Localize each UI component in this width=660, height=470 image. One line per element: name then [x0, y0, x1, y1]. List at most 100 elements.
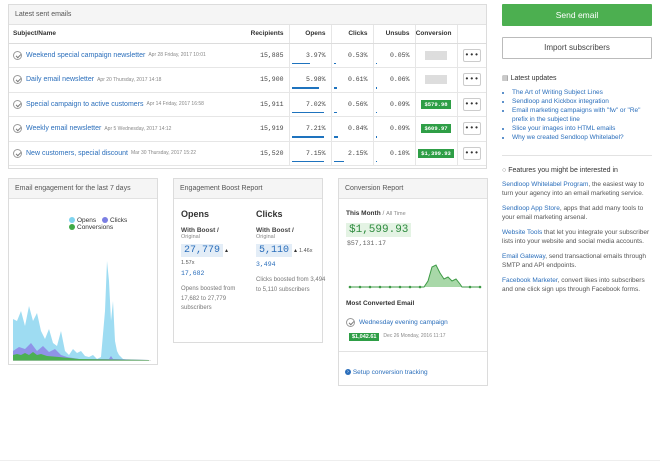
update-link[interactable]: Email marketing campaigns with "fw" or "… [512, 106, 652, 124]
subject-cell: Weekly email newsletter Apr 5 Wednesday, … [9, 116, 239, 142]
features-title: Features you might be interested in [508, 167, 618, 174]
campaign-date: Apr 5 Wednesday, 2017 14:12 [104, 125, 172, 132]
engagement-boost-panel: Engagement Boost Report Opens With Boost… [173, 178, 325, 343]
recipients-cell: 15,520 [239, 141, 289, 166]
import-subscribers-button[interactable]: Import subscribers [502, 37, 652, 59]
feature-link[interactable]: Email Gateway [502, 253, 545, 260]
update-link[interactable]: Slice your images into HTML emails [512, 124, 652, 133]
feature-item: Sendloop Whitelabel Program, the easiest… [502, 180, 652, 198]
with-boost-label: With Boost [181, 227, 216, 234]
most-converted-date: Dec 26 Monday, 2016 11:17 [383, 333, 446, 340]
all-time-tab[interactable]: All Time [386, 211, 406, 217]
unsubs-cell: 0.06% [372, 67, 415, 93]
update-link[interactable]: The Art of Writing Subject Lines [512, 88, 652, 97]
table-row[interactable]: Weekend special campaign newsletter Apr 2… [9, 43, 486, 68]
unsubs-value: 0.09% [389, 125, 410, 133]
col-opens: Opens [288, 25, 331, 44]
subject-cell: Daily email newsletter Apr 20 Thursday, 2… [9, 67, 239, 93]
feature-item: Website Tools that let you integrate you… [502, 228, 652, 246]
clicks-original-value: 3,494 [256, 261, 276, 268]
panel-title: Latest sent emails [9, 5, 486, 25]
right-sidebar: Send email Import subscribers ▤ Latest u… [502, 4, 652, 300]
recipients-cell: 15,911 [239, 92, 289, 117]
unsubs-value: 0.05% [389, 51, 410, 59]
all-time-amount: $57,131.17 [347, 240, 387, 247]
unsubs-value: 0.10% [389, 149, 410, 157]
conversion-badge: $579.98 [421, 99, 451, 109]
opens-legend-dot [69, 217, 75, 224]
clicks-bar [333, 136, 338, 138]
conversion-report-panel: Conversion Report This Month / All Time … [338, 178, 488, 386]
opens-value: 7.02% [305, 100, 326, 108]
campaign-name-link[interactable]: Weekly email newsletter [26, 125, 101, 132]
opens-bar [291, 136, 324, 138]
campaign-date: Apr 14 Friday, 2017 16:58 [146, 101, 204, 108]
check-icon [13, 148, 22, 158]
campaign-date: Apr 20 Thursday, 2017 14:18 [97, 76, 162, 83]
check-icon [346, 318, 355, 327]
most-converted-link[interactable]: Wednesday evening campaign [359, 319, 448, 326]
opens-cell: 7.02% [288, 92, 331, 117]
table-row[interactable]: Special campaign to active customers Apr … [9, 92, 486, 117]
check-icon [13, 99, 22, 109]
table-row[interactable]: Weekly email newsletter Apr 5 Wednesday, … [9, 116, 486, 142]
more-options-button[interactable]: ••• [462, 48, 481, 62]
clicks-value: 0.84% [347, 125, 368, 133]
clicks-bar [333, 160, 344, 162]
more-options-button[interactable]: ••• [462, 122, 481, 136]
opens-value: 7.21% [305, 125, 326, 133]
email-engagement-panel: Email engagement for the last 7 days Ope… [8, 178, 158, 365]
clicks-bar [333, 111, 337, 113]
more-options-button[interactable]: ••• [462, 97, 481, 111]
recipients-cell: 15,900 [239, 67, 289, 93]
unsubs-bar [375, 136, 377, 138]
most-converted-title: Most Converted Email [346, 300, 415, 307]
actions-cell: ••• [456, 141, 486, 166]
feature-item: Sendloop App Store, apps that add many t… [502, 204, 652, 222]
send-email-button[interactable]: Send email [502, 4, 652, 26]
actions-cell: ••• [456, 67, 486, 93]
opens-value: 3.97% [305, 51, 326, 59]
feature-link[interactable]: Website Tools [502, 229, 542, 236]
campaign-date: Apr 28 Friday, 2017 10:01 [148, 52, 206, 59]
col-clicks: Clicks [330, 25, 373, 44]
opens-note: Opens boosted from 17,682 to 27,779 subs… [181, 286, 236, 312]
feature-link[interactable]: Facebook Marketer [502, 277, 558, 284]
setup-tracking-link[interactable]: › Setup conversion tracking [345, 369, 428, 376]
opens-cell: 5.98% [288, 67, 331, 93]
conversion-cell: $0.00 [414, 43, 457, 68]
update-link[interactable]: Sendloop and Kickbox integration [512, 97, 652, 106]
news-icon: ▤ [502, 75, 509, 82]
opens-bar [291, 111, 324, 113]
update-link[interactable]: Why we created Sendloop Whitelabel? [512, 133, 652, 142]
original-label: Original [181, 234, 200, 240]
subject-cell: New customers, special discount Mar 30 Th… [9, 141, 239, 166]
campaign-name-link[interactable]: Special campaign to active customers [26, 101, 144, 108]
unsubs-cell: 0.05% [372, 43, 415, 68]
clicks-title: Clicks [256, 209, 283, 219]
clicks-value: 0.61% [347, 76, 368, 84]
setup-tracking-label: Setup conversion tracking [352, 369, 428, 376]
opens-multiplier: 1.57x [181, 260, 195, 266]
opens-bar [291, 62, 310, 64]
campaign-name-link[interactable]: New customers, special discount [26, 150, 128, 157]
table-row[interactable]: Daily email newsletter Apr 20 Thursday, 2… [9, 67, 486, 93]
clicks-boost-value: 5,110 [256, 244, 293, 257]
latest-sent-emails-panel: Latest sent emails Subject/Name Recipien… [8, 4, 487, 169]
campaign-name-link[interactable]: Weekend special campaign newsletter [26, 52, 145, 59]
actions-cell: ••• [456, 43, 486, 68]
campaign-name-link[interactable]: Daily email newsletter [26, 76, 94, 83]
conversion-line [350, 264, 480, 288]
opens-cell: 3.97% [288, 43, 331, 68]
table-row[interactable]: New customers, special discount Mar 30 Th… [9, 141, 486, 166]
col-subject: Subject/Name [9, 25, 239, 44]
more-options-button[interactable]: ••• [462, 73, 481, 87]
clicks-multiplier: 1.46x [298, 248, 313, 254]
clicks-cell: 0.53% [330, 43, 373, 68]
col-conversion: Conversion [414, 25, 457, 44]
more-options-button[interactable]: ••• [462, 146, 481, 160]
unsubs-value: 0.06% [389, 76, 410, 84]
this-month-tab[interactable]: This Month [346, 210, 381, 217]
feature-link[interactable]: Sendloop App Store [502, 205, 560, 212]
feature-link[interactable]: Sendloop Whitelabel Program [502, 181, 588, 188]
